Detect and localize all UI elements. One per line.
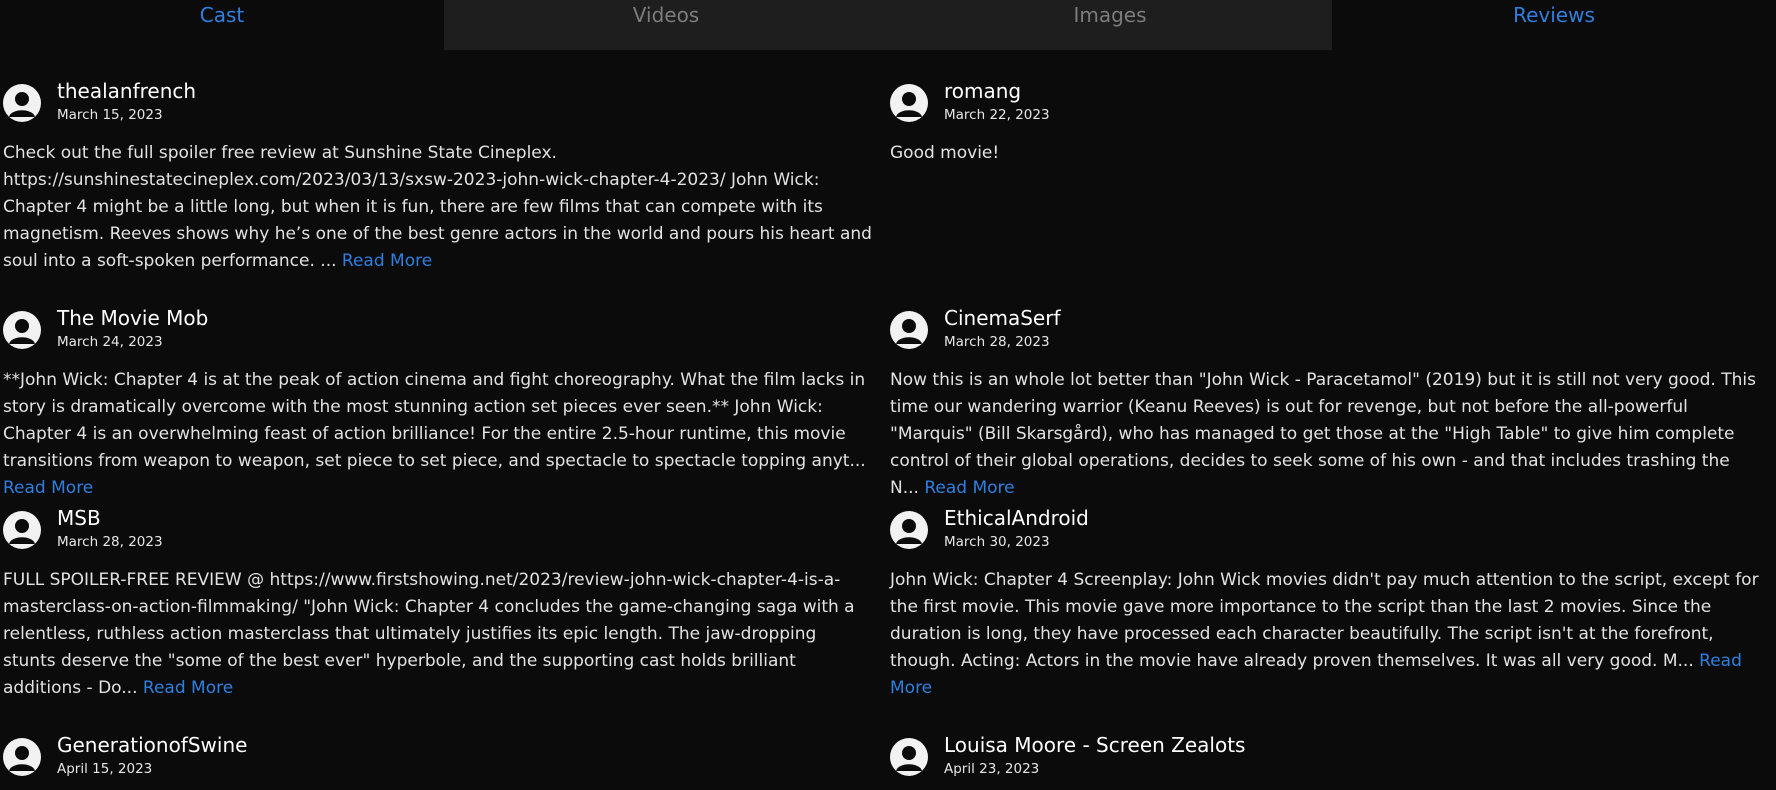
read-more-link[interactable]: Read More — [143, 678, 233, 698]
review-text: Check out the full spoiler free review a… — [3, 140, 873, 275]
review-header: MSB March 28, 2023 — [3, 505, 873, 553]
review-header: GenerationofSwine April 15, 2023 — [3, 732, 873, 780]
user-avatar-icon — [3, 511, 41, 549]
review-header: CinemaSerf March 28, 2023 — [890, 305, 1760, 353]
tab-bar: Cast Videos Images Reviews — [0, 0, 1776, 50]
review-author: romang — [944, 79, 1022, 103]
review-date: March 28, 2023 — [57, 534, 163, 550]
review-card: thealanfrench March 15, 2023 Check out t… — [3, 78, 873, 275]
review-card: GenerationofSwine April 15, 2023 — [3, 732, 873, 780]
review-date: March 28, 2023 — [944, 334, 1050, 350]
review-header: EthicalAndroid March 30, 2023 — [890, 505, 1760, 553]
review-card: romang March 22, 2023 Good movie! — [890, 78, 1760, 167]
review-date: March 30, 2023 — [944, 534, 1050, 550]
review-author: GenerationofSwine — [57, 733, 248, 757]
review-text: FULL SPOILER-FREE REVIEW @ https://www.f… — [3, 567, 873, 702]
review-card: MSB March 28, 2023 FULL SPOILER-FREE REV… — [3, 505, 873, 702]
review-author: Louisa Moore - Screen Zealots — [944, 733, 1246, 757]
review-text: John Wick: Chapter 4 Screenplay: John Wi… — [890, 567, 1760, 702]
tab-reviews[interactable]: Reviews — [1332, 0, 1776, 50]
review-header: The Movie Mob March 24, 2023 — [3, 305, 873, 353]
review-date: April 15, 2023 — [57, 761, 153, 777]
review-card: EthicalAndroid March 30, 2023 John Wick:… — [890, 505, 1760, 702]
review-card: Louisa Moore - Screen Zealots April 23, … — [890, 732, 1760, 780]
user-avatar-icon — [3, 311, 41, 349]
review-text-content: **John Wick: Chapter 4 is at the peak of… — [3, 370, 866, 471]
review-header: Louisa Moore - Screen Zealots April 23, … — [890, 732, 1760, 780]
read-more-link[interactable]: Read More — [924, 478, 1014, 498]
review-text-content: Now this is an whole lot better than "Jo… — [890, 370, 1756, 498]
tab-cast[interactable]: Cast — [0, 0, 444, 50]
review-date: March 22, 2023 — [944, 107, 1050, 123]
tab-images[interactable]: Images — [888, 0, 1332, 50]
review-text: Now this is an whole lot better than "Jo… — [890, 367, 1760, 502]
review-header: thealanfrench March 15, 2023 — [3, 78, 873, 126]
review-date: April 23, 2023 — [944, 761, 1040, 777]
review-text-content: Check out the full spoiler free review a… — [3, 143, 872, 271]
tab-videos[interactable]: Videos — [444, 0, 888, 50]
review-author: MSB — [57, 506, 101, 530]
review-text-content: FULL SPOILER-FREE REVIEW @ https://www.f… — [3, 570, 855, 698]
user-avatar-icon — [3, 84, 41, 122]
user-avatar-icon — [890, 511, 928, 549]
review-author: The Movie Mob — [57, 306, 209, 330]
user-avatar-icon — [890, 84, 928, 122]
review-text-content: Good movie! — [890, 143, 1000, 163]
review-text: Good movie! — [890, 140, 1760, 167]
read-more-link[interactable]: Read More — [342, 251, 432, 271]
user-avatar-icon — [890, 738, 928, 776]
review-card: CinemaSerf March 28, 2023 Now this is an… — [890, 305, 1760, 502]
review-text-content: John Wick: Chapter 4 Screenplay: John Wi… — [890, 570, 1759, 671]
review-date: March 15, 2023 — [57, 107, 163, 123]
review-header: romang March 22, 2023 — [890, 78, 1760, 126]
review-author: CinemaSerf — [944, 306, 1061, 330]
user-avatar-icon — [3, 738, 41, 776]
review-text: **John Wick: Chapter 4 is at the peak of… — [3, 367, 873, 502]
review-card: The Movie Mob March 24, 2023 **John Wick… — [3, 305, 873, 502]
user-avatar-icon — [890, 311, 928, 349]
review-date: March 24, 2023 — [57, 334, 163, 350]
review-author: thealanfrench — [57, 79, 197, 103]
read-more-link[interactable]: Read More — [3, 478, 93, 498]
review-author: EthicalAndroid — [944, 506, 1089, 530]
